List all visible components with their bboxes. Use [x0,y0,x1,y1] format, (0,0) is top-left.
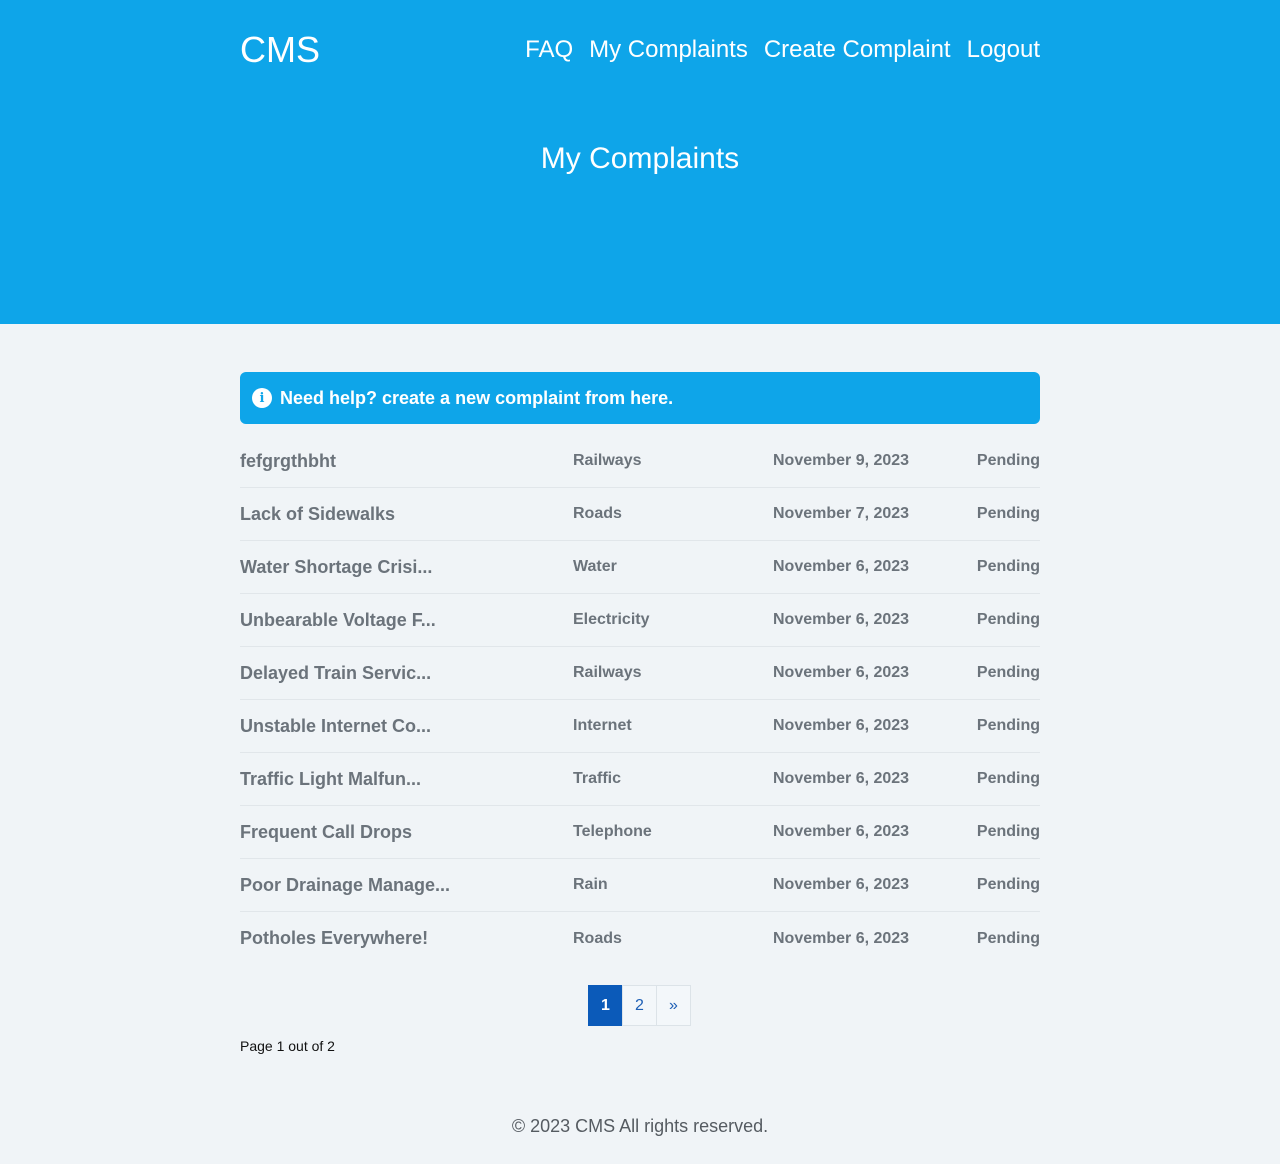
complaint-status: Pending [976,717,1040,734]
complaint-date: November 6, 2023 [773,664,910,681]
complaint-category: Internet [573,717,632,734]
complaint-category: Railways [573,452,642,469]
main-nav: FAQ My Complaints Create Complaint Logou… [525,36,1040,64]
complaint-status: Pending [976,929,1040,947]
complaint-date: November 6, 2023 [773,611,910,628]
complaint-row: Water Shortage Crisi... Water November 6, … [240,541,1040,594]
complaint-title-link[interactable]: fefgrgthbht [240,451,573,472]
info-icon: i [252,388,272,408]
complaint-title-link[interactable]: Lack of Sidewalks [240,504,573,525]
pagination-page-1[interactable]: 1 [588,985,623,1026]
help-alert-text: Need help? create a new complaint from h… [280,387,674,408]
pagination-next-button[interactable]: » [656,985,691,1026]
nav-faq-link[interactable]: FAQ [525,36,573,64]
complaint-row: Traffic Light Malfun... Traffic November 6… [240,753,1040,806]
hero-header: CMS FAQ My Complaints Create Complaint L… [0,0,1280,324]
complaint-list: fefgrgthbht Railways November 9, 2023 Pendi… [240,435,1040,965]
complaint-category: Telephone [573,823,652,840]
complaint-category: Electricity [573,611,650,628]
complaint-title-link[interactable]: Frequent Call Drops [240,822,573,843]
complaint-date: November 6, 2023 [773,558,910,575]
complaint-date: November 6, 2023 [773,823,910,840]
complaint-date: November 6, 2023 [773,717,910,734]
complaint-date: November 6, 2023 [773,929,910,947]
pagination: 1 2» [240,985,1040,1026]
complaint-status: Pending [976,823,1040,840]
complaint-status: Pending [976,452,1040,469]
complaint-category: Roads [573,929,622,947]
complaint-title-link[interactable]: Unbearable Voltage F... [240,610,573,631]
pagination-page-2[interactable]: 2 [622,985,657,1026]
page-info: Page 1 out of 2 [240,1038,335,1054]
complaint-title-link[interactable]: Traffic Light Malfun... [240,769,573,790]
complaint-category: Traffic [573,770,622,787]
top-navbar: CMS FAQ My Complaints Create Complaint L… [240,0,1040,104]
complaint-row: Unstable Internet Co... Internet November … [240,700,1040,753]
complaint-category: Roads [573,505,622,522]
complaint-date: November 9, 2023 [773,452,910,469]
main-content: i Need help? create a new complaint from… [240,324,1040,1137]
complaint-row: Poor Drainage Manage... Rain November 6, 2… [240,859,1040,912]
complaint-row: Potholes Everywhere! Roads November 6, 202… [240,912,1040,965]
page-title: My Complaints [540,142,740,175]
help-alert-link[interactable]: i Need help? create a new complaint from… [240,372,1040,424]
complaint-date: November 6, 2023 [773,770,910,787]
complaint-title-link[interactable]: Potholes Everywhere! [240,928,573,949]
footer: © 2023 CMS All rights reserved. [511,1116,769,1136]
complaint-status: Pending [976,664,1040,681]
complaint-row: Unbearable Voltage F... Electricity Novemb… [240,594,1040,647]
complaint-status: Pending [976,611,1040,628]
complaint-category: Railways [573,664,642,681]
nav-logout-link[interactable]: Logout [967,36,1040,64]
complaint-title-link[interactable]: Unstable Internet Co... [240,716,573,737]
complaint-row: Lack of Sidewalks Roads November 7, 2023 Pe… [240,488,1040,541]
complaint-date: November 6, 2023 [773,876,910,893]
complaint-date: November 7, 2023 [773,505,910,522]
complaint-title-link[interactable]: Delayed Train Servic... [240,663,573,684]
complaint-category: Water [573,558,617,575]
complaint-row: Frequent Call Drops Telephone November 6, … [240,806,1040,859]
complaint-status: Pending [976,876,1040,893]
complaint-row: fefgrgthbht Railways November 9, 2023 Pendi… [240,435,1040,488]
complaint-title-link[interactable]: Water Shortage Crisi... [240,557,573,578]
complaint-category: Rain [573,876,608,893]
complaint-status: Pending [976,770,1040,787]
nav-create-complaint-link[interactable]: Create Complaint [764,36,951,64]
complaint-status: Pending [976,505,1040,522]
brand-logo[interactable]: CMS [240,29,320,71]
nav-my-complaints-link[interactable]: My Complaints [589,36,748,64]
complaint-title-link[interactable]: Poor Drainage Manage... [240,875,573,896]
complaint-status: Pending [976,558,1040,575]
complaint-row: Delayed Train Servic... Railways November … [240,647,1040,700]
